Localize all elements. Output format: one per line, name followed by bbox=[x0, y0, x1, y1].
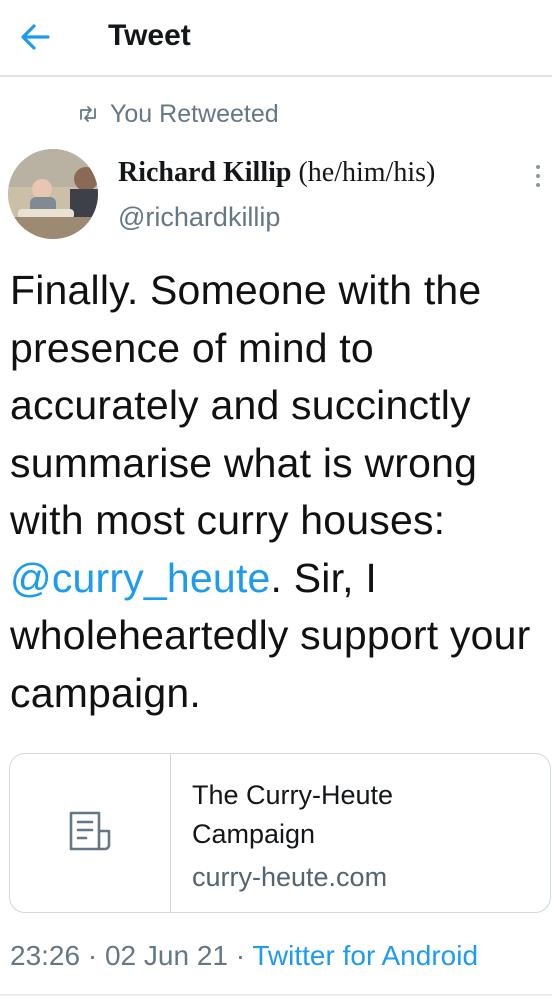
tweet-text-start: Finally. Someone with the presence of mi… bbox=[10, 267, 482, 543]
profile-photo bbox=[8, 149, 98, 239]
dot-icon bbox=[536, 183, 540, 187]
card-domain: curry-heute.com bbox=[192, 862, 388, 892]
tweet-date: 02 Jun 21 bbox=[104, 940, 228, 971]
tweet-text: Finally. Someone with the presence of mi… bbox=[10, 262, 548, 722]
separator: · bbox=[227, 940, 253, 971]
top-app-bar: Tweet bbox=[0, 0, 552, 77]
tweet-metadata: 23:26 · 02 Jun 21 · Twitter for Android bbox=[10, 938, 478, 974]
tweet-time: 23:26 bbox=[10, 940, 81, 971]
arrow-left-icon bbox=[21, 24, 50, 50]
divider bbox=[0, 994, 552, 996]
avatar[interactable] bbox=[8, 149, 98, 239]
back-button[interactable] bbox=[14, 16, 56, 58]
display-name-pronouns: (he/him/his) bbox=[291, 157, 436, 188]
dot-icon bbox=[536, 174, 540, 178]
separator: · bbox=[80, 940, 105, 971]
mention-link[interactable]: @curry_heute bbox=[10, 555, 271, 601]
display-name: Richard Killip bbox=[118, 157, 292, 188]
author-name[interactable]: Richard Killip (he/him/his) bbox=[118, 155, 435, 191]
page-title: Tweet bbox=[108, 19, 191, 52]
dot-icon bbox=[536, 165, 540, 169]
tweet-source-link[interactable]: Twitter for Android bbox=[252, 940, 478, 971]
card-title: The Curry-Heute Campaign bbox=[192, 780, 394, 849]
document-icon bbox=[69, 811, 111, 851]
retweet-label: You Retweeted bbox=[110, 100, 279, 128]
card-thumbnail bbox=[10, 754, 171, 912]
link-preview-card[interactable]: The Curry-Heute Campaign curry-heute.com bbox=[9, 753, 551, 913]
more-options-button[interactable] bbox=[528, 160, 548, 196]
retweet-context: You Retweeted bbox=[76, 96, 279, 132]
author-handle[interactable]: @richardkillip bbox=[118, 200, 280, 234]
retweet-icon bbox=[80, 106, 96, 122]
